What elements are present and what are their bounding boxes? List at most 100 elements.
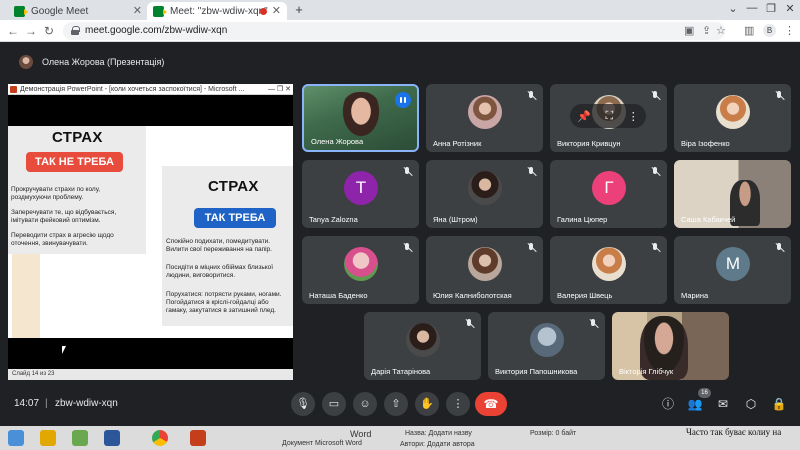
right-way-label: ТАК ТРЕБА (194, 208, 276, 228)
end-call-button[interactable]: ☎ (475, 392, 507, 416)
wrong-way-label: ТАК НЕ ТРЕБА (26, 152, 123, 172)
muted-microphone-icon (526, 167, 536, 177)
fullscreen-icon[interactable]: ⛶ (606, 110, 614, 123)
maximize-button[interactable]: ❐ (761, 2, 781, 15)
more-options-button[interactable]: ⋮ (446, 392, 470, 416)
card-heading: СТРАХ (208, 178, 259, 195)
participant-tile[interactable]: Віра Ізофенко (674, 84, 791, 152)
browser-tab-strip: Google Meet ✕ Meet: "zbw-wdiw-xqn" ✕ + ⌄… (0, 0, 800, 20)
tab-close-icon[interactable]: ✕ (272, 4, 281, 17)
participant-tile[interactable]: Анна Ротізник (426, 84, 543, 152)
participant-name: Віра Ізофенко (681, 139, 730, 148)
powerpoint-window-controls: — ❐ ✕ (267, 86, 291, 93)
participant-tile[interactable]: Виктория Папошникова (488, 312, 605, 380)
microphone-button[interactable]: 🎙 (291, 392, 315, 416)
camera-button[interactable]: ▭ (322, 392, 346, 416)
participant-tile[interactable]: Яна (Штром) (426, 160, 543, 228)
browser-tab-meeting[interactable]: Meet: "zbw-wdiw-xqn" ✕ (147, 2, 287, 20)
slide-paragraph: Заперечувати те, що відбувається, імітув… (11, 209, 117, 224)
meeting-details-icon[interactable]: ⓘ (660, 396, 676, 412)
new-tab-button[interactable]: + (292, 3, 306, 17)
slide-paragraph: Посидіти в міцних обіймах близької людин… (166, 264, 274, 279)
participant-tile[interactable]: Вікторія Глібчук (612, 312, 729, 380)
camera-in-use-icon[interactable]: ▣ (684, 24, 694, 38)
chat-icon[interactable]: ✉ (715, 396, 731, 412)
participant-tile[interactable]: Г Галина Цюпер (550, 160, 667, 228)
muted-microphone-icon (402, 167, 412, 177)
taskbar-doc-type: Документ Microsoft Word (282, 440, 362, 447)
muted-microphone-icon (526, 243, 536, 253)
speaking-indicator-icon (395, 92, 411, 108)
browser-tab-google-meet[interactable]: Google Meet ✕ (8, 2, 148, 20)
bookmark-star-icon[interactable]: ☆ (716, 24, 726, 38)
meet-logo-icon (153, 5, 167, 17)
tab-close-icon[interactable]: ✕ (133, 4, 142, 17)
pin-icon[interactable]: 📌 (577, 110, 591, 123)
participant-tile[interactable]: Дарія Татарінова (364, 312, 481, 380)
taskbar-app-icon[interactable] (8, 430, 24, 446)
taskbar-size-label: Розмір: 0 байт (530, 430, 577, 437)
tile-more-icon[interactable]: ⋮ (628, 110, 639, 123)
shared-presentation[interactable]: Демонстрація PowerPoint - [коли хочеться… (8, 84, 293, 380)
taskbar-app-icon[interactable] (104, 430, 120, 446)
muted-microphone-icon (402, 243, 412, 253)
participant-name: Юлия Калниболотская (433, 291, 512, 300)
host-controls-icon[interactable]: 🔒 (771, 396, 787, 412)
participant-tile[interactable]: Саша Кабакчей (674, 160, 791, 228)
url-field[interactable]: meet.google.com/zbw-wdiw-xqn (63, 22, 725, 40)
right-way-card: СТРАХ ТАК ТРЕБА Спокійно подихати, помед… (162, 166, 293, 326)
taskbar-word-label: Word (350, 429, 372, 439)
participant-name: Олена Жорова (311, 137, 364, 146)
presenter-label: Олена Жорова (Презентація) (42, 57, 165, 67)
participant-tile[interactable]: 📌 ⛶ ⋮ Виктория Кривцун (550, 84, 667, 152)
participants-count-badge: 16 (698, 388, 711, 398)
taskbar-title-label: Назва: Додати назву (405, 430, 472, 437)
people-icon[interactable]: 👥 (687, 396, 703, 412)
profile-avatar[interactable]: В (763, 24, 776, 37)
windows-taskbar: Word Документ Microsoft Word Назва: Дода… (0, 426, 800, 450)
taskbar-doc-snippet: Часто так буває колиу на (686, 427, 782, 437)
taskbar-author-label: Автори: Додати автора (400, 441, 475, 448)
slide-status-bar: Слайд 14 из 23 (8, 369, 293, 380)
taskbar-app-icon[interactable] (40, 430, 56, 446)
participant-avatar (406, 323, 440, 357)
meeting-code: zbw-wdiw-xqn (55, 398, 118, 409)
activities-icon[interactable]: ⬡ (743, 396, 759, 412)
slide-paragraph: Порухатися: потрясти руками, ногами. Пог… (166, 291, 282, 314)
tab-search-icon[interactable]: ⌄ (723, 2, 743, 15)
participant-name: Наташа Баденко (309, 291, 368, 300)
raise-hand-button[interactable]: ✋ (415, 392, 439, 416)
participant-name: Вікторія Глібчук (619, 367, 674, 376)
separator: | (45, 398, 48, 409)
browser-menu-icon[interactable]: ⋮ (784, 24, 795, 38)
participant-tile[interactable]: Юлия Калниболотская (426, 236, 543, 304)
participant-tile[interactable]: Олена Жорова (302, 84, 419, 152)
participant-name: Дарія Татарінова (371, 367, 431, 376)
participant-avatar (592, 247, 626, 281)
minimize-button[interactable]: — (742, 2, 762, 14)
participant-tile[interactable]: Валерия Швець (550, 236, 667, 304)
reload-icon[interactable]: ↻ (42, 24, 56, 38)
muted-microphone-icon (526, 91, 536, 101)
present-screen-button[interactable]: ⇧ (384, 392, 408, 416)
participant-tile[interactable]: T Tanya Zalozna (302, 160, 419, 228)
presenter-avatar (19, 55, 33, 69)
muted-microphone-icon (774, 91, 784, 101)
close-window-button[interactable]: ✕ (780, 2, 800, 15)
taskbar-app-icon[interactable] (72, 430, 88, 446)
reactions-button[interactable]: ☺ (353, 392, 377, 416)
participant-tile[interactable]: М Марина (674, 236, 791, 304)
participant-name: Марина (681, 291, 709, 300)
participant-tile[interactable]: Наташа Баденко (302, 236, 419, 304)
powerpoint-taskbar-icon[interactable] (190, 430, 206, 446)
participant-avatar (468, 95, 502, 129)
muted-microphone-icon (774, 243, 784, 253)
back-arrow-icon[interactable]: ← (6, 24, 20, 38)
muted-microphone-icon (588, 319, 598, 329)
slide-paragraph: Прокручувати страхи по колу, роздмухуючи… (11, 186, 101, 201)
side-panel-icon[interactable]: ▥ (744, 24, 754, 38)
participant-video (340, 92, 382, 140)
share-icon[interactable]: ⇪ (702, 24, 711, 38)
forward-arrow-icon[interactable]: → (24, 24, 38, 38)
chrome-icon[interactable] (152, 430, 168, 446)
